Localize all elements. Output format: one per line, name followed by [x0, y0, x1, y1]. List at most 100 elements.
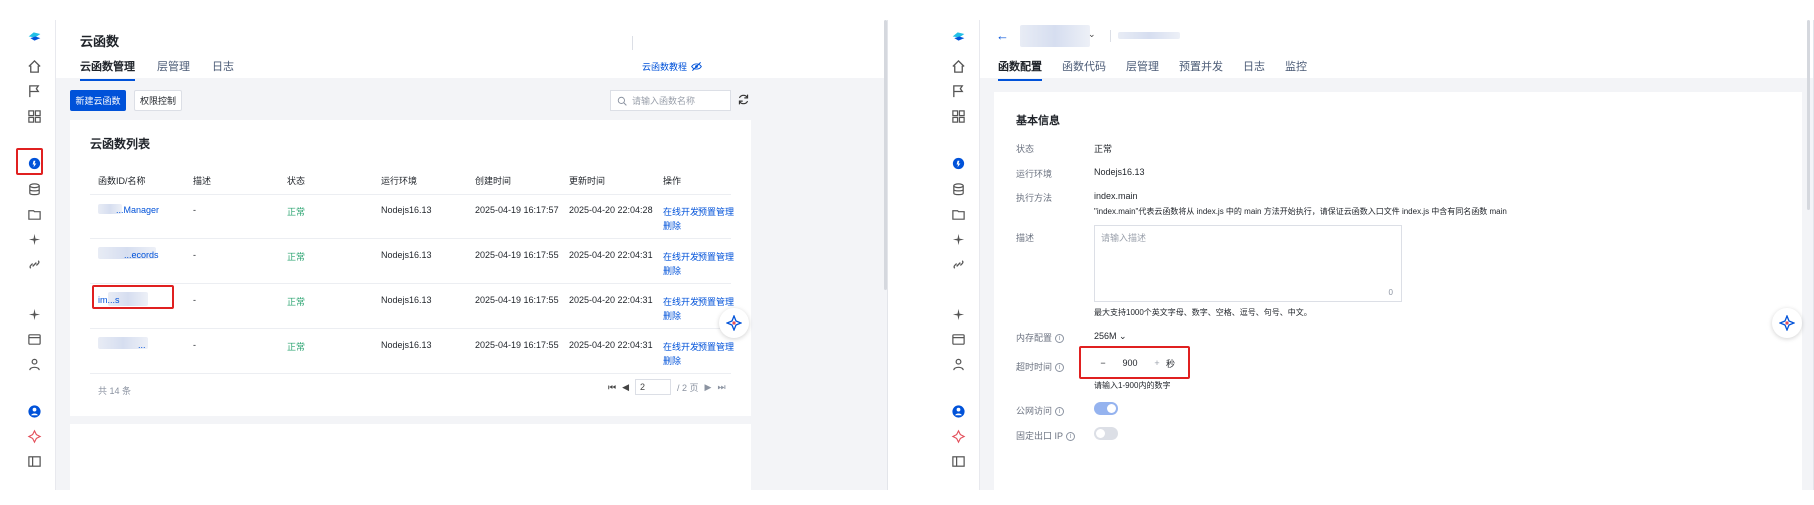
- tab-provisioned-concurrency[interactable]: 预置并发: [1179, 58, 1223, 81]
- flag-icon[interactable]: [26, 83, 43, 100]
- fixed-ip-toggle[interactable]: [1094, 427, 1118, 440]
- new-function-button[interactable]: 新建云函数: [70, 90, 126, 111]
- tab-monitoring[interactable]: 监控: [1285, 58, 1307, 81]
- eye-off-icon: [691, 62, 702, 71]
- runtime-value: Nodejs16.13: [1094, 167, 1145, 177]
- last-page-icon[interactable]: ⏭: [717, 382, 725, 393]
- provision-link[interactable]: 预置管理: [698, 250, 734, 263]
- main-tabs: 云函数管理 层管理 日志: [80, 58, 234, 81]
- description-textarea[interactable]: 请输入描述 0: [1094, 225, 1402, 302]
- desc-placeholder: 请输入描述: [1101, 233, 1147, 243]
- online-dev-link[interactable]: 在线开发: [663, 340, 699, 353]
- function-name-link[interactable]: ...ecords: [124, 250, 159, 260]
- col-header-name: 函数ID/名称: [98, 176, 146, 186]
- handler-value: index.main: [1094, 191, 1138, 201]
- tutorial-link[interactable]: 云函数教程: [642, 60, 702, 73]
- info-icon[interactable]: i: [1055, 334, 1065, 344]
- prev-page-icon[interactable]: ◀: [622, 382, 629, 393]
- tab-function-config[interactable]: 函数配置: [998, 58, 1042, 81]
- delete-link[interactable]: 删除: [663, 309, 681, 322]
- status-label: 状态: [1016, 144, 1035, 154]
- row-runtime: Nodejs16.13: [381, 295, 432, 305]
- sparkle-icon[interactable]: [950, 231, 967, 248]
- delete-link[interactable]: 删除: [663, 219, 681, 232]
- provision-link[interactable]: 预置管理: [698, 205, 734, 218]
- refresh-icon[interactable]: [737, 93, 751, 107]
- home-icon[interactable]: [26, 58, 43, 75]
- grid-icon[interactable]: [950, 108, 967, 125]
- scrollbar[interactable]: [1807, 20, 1810, 210]
- grid-icon[interactable]: [26, 108, 43, 125]
- page-input[interactable]: 2: [635, 379, 672, 395]
- users-icon[interactable]: [26, 356, 43, 373]
- provision-link[interactable]: 预置管理: [698, 295, 734, 308]
- page-icon[interactable]: [950, 331, 967, 348]
- tab-logs[interactable]: 日志: [212, 58, 234, 81]
- scrollbar[interactable]: [884, 20, 887, 290]
- permission-control-button[interactable]: 权限控制: [134, 90, 182, 111]
- list-title: 云函数列表: [90, 137, 151, 151]
- public-access-label: 公网访问 i: [1016, 404, 1065, 417]
- back-arrow-icon[interactable]: ←: [996, 28, 1009, 43]
- online-dev-link[interactable]: 在线开发: [663, 205, 699, 218]
- fixed-ip-label: 固定出口 IP i: [1016, 429, 1076, 442]
- collapse-icon[interactable]: [26, 453, 43, 470]
- online-dev-link[interactable]: 在线开发: [663, 295, 699, 308]
- storage-icon[interactable]: [26, 206, 43, 223]
- online-dev-link[interactable]: 在线开发: [663, 250, 699, 263]
- highlight-box: [16, 148, 43, 175]
- tab-function-code[interactable]: 函数代码: [1062, 58, 1106, 81]
- search-placeholder: 请输入函数名称: [632, 96, 696, 106]
- storage-icon[interactable]: [950, 206, 967, 223]
- info-icon[interactable]: i: [1066, 432, 1076, 442]
- database-icon[interactable]: [950, 181, 967, 198]
- public-access-toggle[interactable]: [1094, 402, 1118, 415]
- chevron-down-icon[interactable]: ⌄: [1088, 29, 1096, 40]
- search-input[interactable]: 请输入函数名称: [610, 90, 731, 111]
- first-page-icon[interactable]: ⏮: [608, 382, 616, 393]
- runtime-label: 运行环境: [1016, 169, 1053, 179]
- function-selector[interactable]: [1020, 25, 1090, 47]
- function-name-link[interactable]: ...: [138, 340, 146, 350]
- tab-logs[interactable]: 日志: [1243, 58, 1265, 81]
- cloud-function-icon[interactable]: [950, 155, 967, 172]
- status-badge: 正常: [287, 342, 306, 352]
- function-name-link[interactable]: ...Manager: [116, 205, 159, 215]
- database-icon[interactable]: [26, 181, 43, 198]
- row-created: 2025-04-19 16:17:57: [475, 205, 559, 215]
- flag-icon[interactable]: [950, 83, 967, 100]
- ai-assistant-button[interactable]: [719, 308, 749, 338]
- ai-sparkle-icon[interactable]: [26, 306, 43, 323]
- delete-link[interactable]: 删除: [663, 354, 681, 367]
- row-runtime: Nodejs16.13: [381, 205, 432, 215]
- page-icon[interactable]: [26, 331, 43, 348]
- info-icon[interactable]: i: [1055, 407, 1065, 417]
- row-divider: [90, 238, 731, 239]
- row-updated: 2025-04-20 22:04:28: [569, 205, 653, 215]
- home-icon[interactable]: [950, 58, 967, 75]
- next-page-icon[interactable]: ▶: [705, 382, 712, 393]
- tab-function-management[interactable]: 云函数管理: [80, 58, 135, 81]
- info-icon[interactable]: i: [1055, 363, 1065, 373]
- link-icon[interactable]: [26, 256, 43, 273]
- memory-select[interactable]: 256M ⌄: [1094, 331, 1127, 342]
- memory-label-text: 内存配置: [1016, 333, 1053, 343]
- delete-link[interactable]: 删除: [663, 264, 681, 277]
- ai-sparkle-icon[interactable]: [950, 306, 967, 323]
- account-icon[interactable]: [26, 403, 43, 420]
- tab-layer-management[interactable]: 层管理: [157, 58, 190, 81]
- sparkle-icon[interactable]: [26, 231, 43, 248]
- section-title: 基本信息: [1016, 115, 1060, 127]
- link-icon[interactable]: [950, 256, 967, 273]
- account-icon[interactable]: [950, 403, 967, 420]
- ai-assistant-button[interactable]: [1772, 308, 1802, 338]
- desc-label: 描述: [1016, 233, 1035, 243]
- desc-hint: 最大支持1000个英文字母、数字、空格、逗号、句号、中文。: [1094, 308, 1312, 317]
- tab-layer-management[interactable]: 层管理: [1126, 58, 1159, 81]
- function-detail-window: ← ⌄ 函数配置 函数代码 层管理 预置并发 日志 监控 基本信息 状态 正常 …: [938, 20, 1814, 490]
- collapse-icon[interactable]: [950, 453, 967, 470]
- users-icon[interactable]: [950, 356, 967, 373]
- assistant-icon[interactable]: [26, 428, 43, 445]
- provision-link[interactable]: 预置管理: [698, 340, 734, 353]
- assistant-icon[interactable]: [950, 428, 967, 445]
